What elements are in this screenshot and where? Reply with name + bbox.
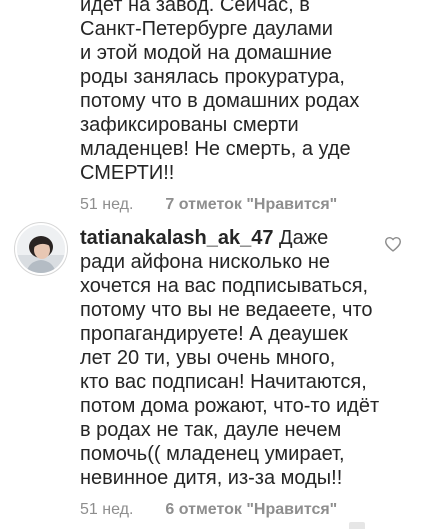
comment-line: ради айфона нисколько не (80, 251, 331, 273)
comment-line: пропагандируете! А деаушек (80, 323, 348, 345)
comment-line: потому что вы не ведаеете, что (80, 299, 373, 321)
likes-count-link[interactable]: 6 отметок "Нравится" (165, 500, 337, 520)
comment-line: Даже (273, 227, 329, 249)
comment-line: зафиксированы смерти (80, 114, 299, 136)
comment-line: потому что в домашних родах (80, 90, 360, 112)
comment-line: лет 20 ти, увы очень много, (80, 347, 336, 369)
comment-meta: 51 нед. 7 отметок "Нравится" (80, 195, 400, 215)
comment-line: в родах не так, дауле нечем (80, 419, 342, 441)
scroll-edge-indicator (349, 522, 365, 529)
comment-text: tatianakalash_ak_47 Даже ради айфона нис… (80, 226, 400, 490)
comment-line: и этой модой на домашние (80, 42, 333, 64)
heart-outline-icon[interactable] (384, 236, 402, 252)
comment-timestamp: 51 нед. (80, 501, 134, 518)
comment-line: невинное дитя, из-за моды!! (80, 467, 343, 489)
comment-line: СМЕРТИ!! (80, 162, 175, 184)
comment-meta: 51 нед. 6 отметок "Нравится" (80, 500, 400, 520)
comment-text: идет на завод. Сейчас, в Санкт-Петербург… (80, 0, 400, 185)
comment-item: идет на завод. Сейчас, в Санкт-Петербург… (80, 0, 400, 215)
comment-username[interactable]: tatianakalash_ak_47 (80, 227, 273, 249)
comment-line: помочь(( младенец умирает, (80, 443, 345, 465)
likes-count-link[interactable]: 7 отметок "Нравится" (165, 195, 337, 215)
comment-line: роды занялась прокуратура, (80, 66, 345, 88)
comment-line: кто вас подписан! Начитаются, (80, 371, 367, 393)
comments-screen: идет на завод. Сейчас, в Санкт-Петербург… (0, 0, 428, 529)
comment-first-line: tatianakalash_ak_47 Даже (80, 226, 400, 250)
comment-line: хочется на вас подписываться, (80, 275, 369, 297)
avatar[interactable] (14, 222, 68, 276)
comment-line: потом дома рожают, что-то идёт (80, 395, 380, 417)
comment-line: Санкт-Петербурге даулами (80, 18, 333, 40)
comment-line: младенцев! Не смерть, а уде (80, 138, 351, 160)
user-avatar-image (15, 223, 67, 275)
comment-timestamp: 51 нед. (80, 196, 134, 213)
comment-item: tatianakalash_ak_47 Даже ради айфона нис… (80, 226, 400, 520)
comment-line: идет на завод. Сейчас, в (80, 0, 310, 16)
